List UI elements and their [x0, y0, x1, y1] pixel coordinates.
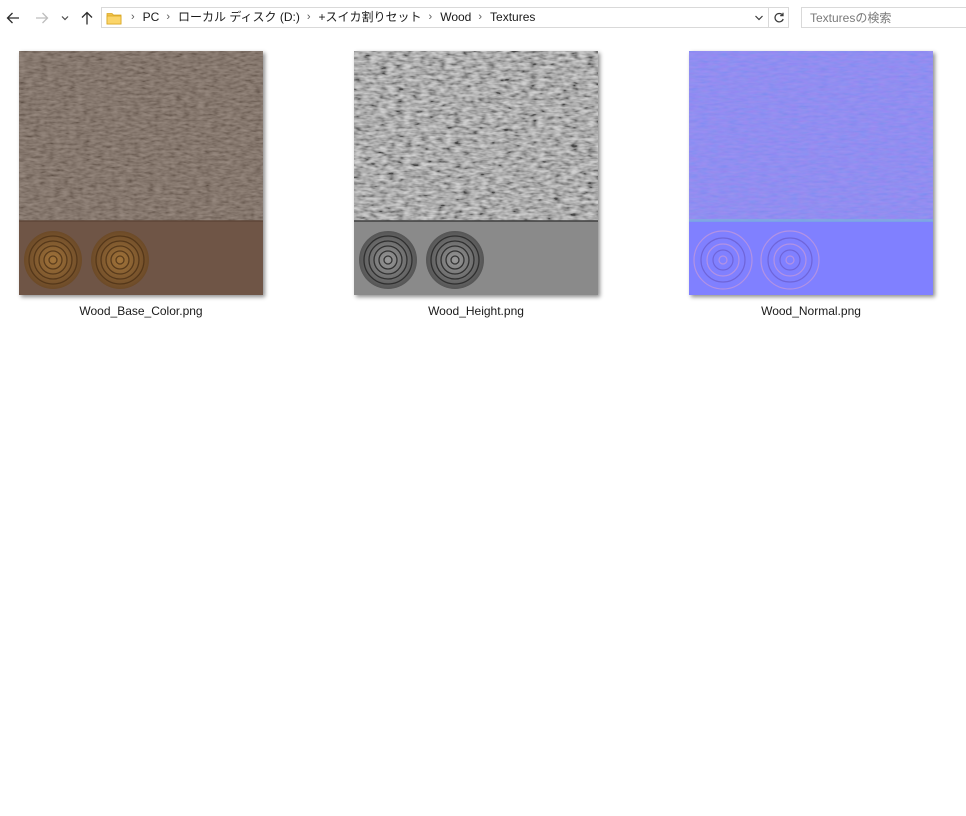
wood-normal-texture [689, 51, 933, 295]
folder-icon [106, 12, 122, 24]
breadcrumb-item-wood[interactable]: Wood [438, 8, 473, 27]
chevron-right-icon[interactable]: › [473, 8, 488, 27]
file-thumbnail[interactable] [689, 51, 933, 295]
file-list: Wood_Base_Color.png Wood_Height.png Wood… [0, 36, 966, 816]
recent-locations-button[interactable] [57, 8, 73, 28]
address-bar[interactable]: › PC › ローカル ディスク (D:) › +スイカ割りセット › Wood… [101, 7, 769, 28]
wood-height-texture [354, 51, 598, 295]
arrow-left-icon [6, 12, 19, 24]
chevron-right-icon[interactable]: › [126, 8, 141, 27]
navigation-bar: › PC › ローカル ディスク (D:) › +スイカ割りセット › Wood… [0, 0, 966, 36]
address-history-dropdown[interactable] [750, 8, 768, 27]
up-button[interactable] [77, 8, 97, 28]
breadcrumb: › PC › ローカル ディスク (D:) › +スイカ割りセット › Wood… [126, 8, 750, 27]
search-input[interactable] [810, 10, 960, 25]
wood-base-color-texture [19, 51, 263, 295]
forward-button[interactable] [32, 8, 52, 28]
file-thumbnail[interactable] [19, 51, 263, 295]
breadcrumb-item-local-disk[interactable]: ローカル ディスク (D:) [176, 8, 302, 27]
chevron-right-icon[interactable]: › [302, 8, 317, 27]
back-button[interactable] [3, 8, 23, 28]
file-name[interactable]: Wood_Height.png [351, 303, 601, 319]
file-name[interactable]: Wood_Normal.png [686, 303, 936, 319]
file-item[interactable]: Wood_Normal.png [686, 36, 936, 326]
arrow-right-icon [36, 12, 49, 24]
refresh-button[interactable] [769, 7, 789, 28]
search-box[interactable] [801, 7, 966, 28]
breadcrumb-item-pc[interactable]: PC [141, 8, 162, 27]
file-item[interactable]: Wood_Height.png [351, 36, 601, 326]
chevron-right-icon[interactable]: › [424, 8, 439, 27]
chevron-right-icon[interactable]: › [161, 8, 176, 27]
breadcrumb-item-suika-set[interactable]: +スイカ割りセット [317, 8, 424, 27]
breadcrumb-item-textures[interactable]: Textures [488, 8, 537, 27]
chevron-down-icon [755, 15, 763, 20]
arrow-up-icon [81, 11, 93, 25]
refresh-icon [773, 12, 784, 22]
chevron-down-icon [61, 16, 69, 21]
file-name[interactable]: Wood_Base_Color.png [16, 303, 266, 319]
file-thumbnail[interactable] [354, 51, 598, 295]
file-item[interactable]: Wood_Base_Color.png [16, 36, 266, 326]
